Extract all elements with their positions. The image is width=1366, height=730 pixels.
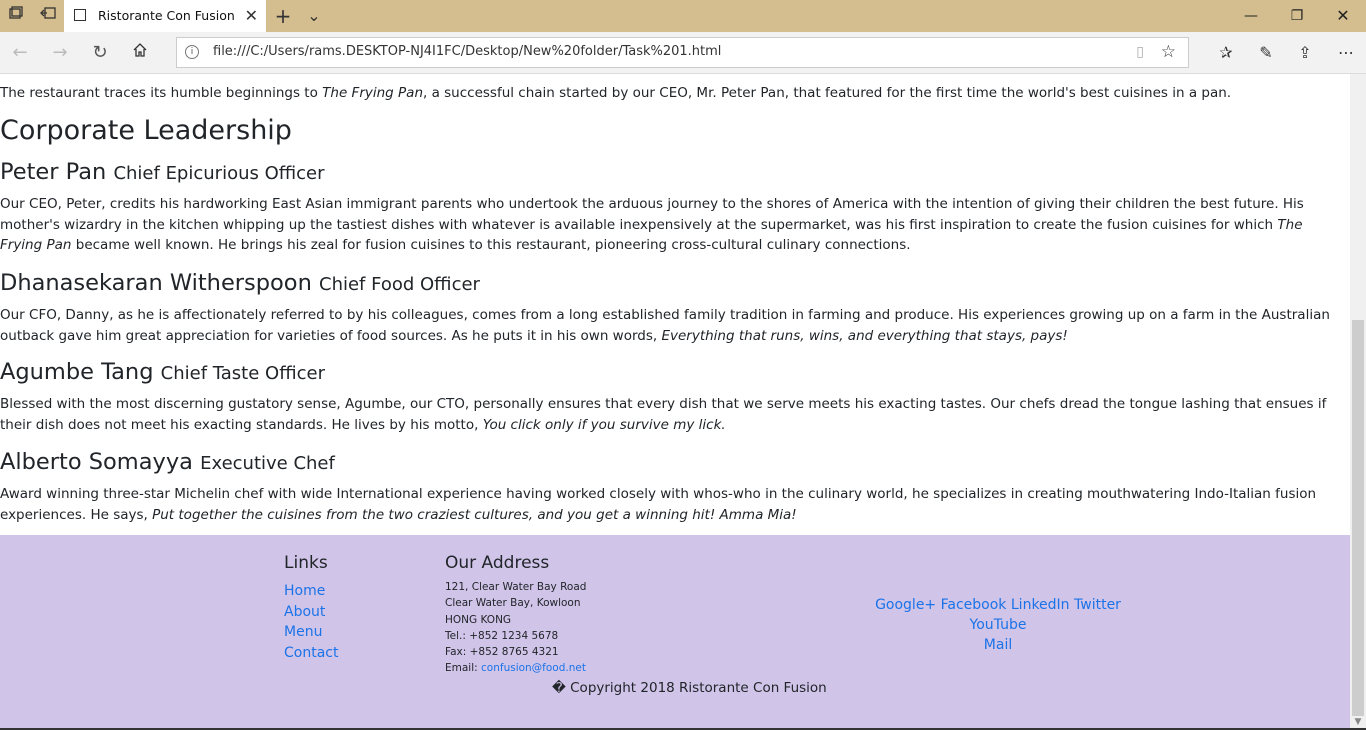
forward-arrow-icon[interactable]: →: [48, 41, 72, 65]
share-icon[interactable]: ⇪: [1293, 41, 1317, 65]
leader-role: Executive Chef: [200, 453, 335, 474]
leader-role: Chief Taste Officer: [160, 363, 325, 384]
tab-list-chevron-icon[interactable]: ⌄: [304, 6, 324, 26]
address-line: HONG KONG: [445, 613, 512, 626]
address-bar[interactable]: i file:///C:/Users/rams.DESKTOP-NJ4I1FC/…: [176, 37, 1189, 68]
favorite-star-icon[interactable]: ☆: [1161, 42, 1176, 62]
scrollbar-thumb[interactable]: [1352, 320, 1364, 716]
url-text[interactable]: file:///C:/Users/rams.DESKTOP-NJ4I1FC/De…: [213, 44, 721, 59]
favorites-hub-icon[interactable]: ✰: [1214, 41, 1238, 65]
leader-name: Dhanasekaran Witherspoon: [0, 270, 312, 296]
leader-name: Agumbe Tang: [0, 359, 154, 385]
leader-role: Chief Food Officer: [319, 274, 480, 295]
copyright: � Copyright 2018 Ristorante Con Fusion: [552, 680, 827, 696]
footer-link-contact[interactable]: Contact: [284, 643, 338, 664]
back-arrow-icon[interactable]: ←: [8, 41, 32, 65]
footer-link-menu[interactable]: Menu: [284, 622, 338, 643]
fax: Fax: +852 8765 4321: [445, 646, 559, 659]
telephone: Tel.: +852 1234 5678: [445, 629, 559, 642]
twitter-link[interactable]: Twitter: [1074, 597, 1121, 613]
leader-agumbe-tang: Agumbe Tang Chief Taste Officer Blessed …: [0, 358, 1345, 435]
home-icon[interactable]: [128, 41, 152, 65]
close-tab-icon[interactable]: ✕: [245, 6, 258, 25]
youtube-link[interactable]: YouTube: [970, 617, 1027, 633]
leader-bio: Award winning three-star Michelin chef w…: [0, 486, 1317, 523]
facebook-link[interactable]: Facebook: [941, 597, 1007, 613]
site-footer: Links Home About Menu Contact Our Addres…: [0, 535, 1350, 730]
leader-name: Peter Pan: [0, 159, 107, 185]
leader-bio: Our CFO, Danny, as he is affectionately …: [0, 307, 1330, 344]
email-line: Email: confusion@food.net: [445, 662, 586, 675]
minimize-icon[interactable]: —: [1228, 4, 1274, 28]
leader-alberto-somayya: Alberto Somayya Executive Chef Award win…: [0, 448, 1345, 525]
leader-dhanasekaran-witherspoon: Dhanasekaran Witherspoon Chief Food Offi…: [0, 269, 1345, 346]
set-tabs-aside-icon[interactable]: [38, 6, 58, 26]
more-menu-icon[interactable]: ⋯: [1334, 41, 1358, 65]
tab-bar: Ristorante Con Fusion: A ✕ + ⌄ — ❐ ✕: [0, 0, 1366, 32]
address-heading: Our Address: [445, 553, 550, 573]
mail-link[interactable]: Mail: [984, 637, 1012, 653]
links-heading: Links: [284, 553, 328, 573]
leader-bio: Blessed with the most discerning gustato…: [0, 396, 1327, 433]
leader-peter-pan: Peter Pan Chief Epicurious Officer Our C…: [0, 158, 1345, 256]
email-link[interactable]: confusion@food.net: [481, 662, 586, 674]
leader-bio: Our CEO, Peter, credits his hardworking …: [0, 196, 1304, 253]
address-line: 121, Clear Water Bay Road: [445, 581, 587, 593]
new-tab-icon[interactable]: +: [273, 6, 293, 26]
active-tab[interactable]: Ristorante Con Fusion: A ✕: [64, 0, 266, 32]
tab-actions-icon[interactable]: [6, 6, 26, 26]
page-content: The restaurant traces its humble beginni…: [0, 74, 1350, 535]
leader-name: Alberto Somayya: [0, 449, 193, 475]
vertical-scrollbar[interactable]: ▼: [1350, 74, 1366, 730]
leader-role: Chief Epicurious Officer: [113, 163, 325, 184]
restore-icon[interactable]: ❐: [1274, 4, 1320, 28]
page-info-icon[interactable]: i: [185, 45, 199, 59]
refresh-icon[interactable]: ↻: [88, 41, 112, 65]
footer-address: Our Address 121, Clear Water Bay Road Cl…: [445, 553, 586, 677]
google-plus-link[interactable]: Google+: [875, 597, 936, 613]
footer-link-home[interactable]: Home: [284, 581, 338, 602]
navigation-bar: ← → ↻ i file:///C:/Users/rams.DESKTOP-NJ…: [0, 32, 1366, 74]
web-note-pen-icon[interactable]: ✎: [1254, 41, 1278, 65]
footer-links: Links Home About Menu Contact: [284, 553, 338, 663]
page-favicon-icon: [74, 9, 86, 21]
social-links: Google+ Facebook LinkedIn Twitter YouTub…: [860, 595, 1136, 655]
linkedin-link[interactable]: LinkedIn: [1011, 597, 1070, 613]
reading-view-icon[interactable]: ▯: [1136, 44, 1144, 60]
close-window-icon[interactable]: ✕: [1320, 4, 1366, 28]
footer-link-about[interactable]: About: [284, 602, 338, 623]
tab-title: Ristorante Con Fusion: A: [98, 8, 234, 23]
corporate-leadership-heading: Corporate Leadership: [0, 115, 292, 146]
intro-paragraph: The restaurant traces its humble beginni…: [0, 85, 1232, 101]
address-line: Clear Water Bay, Kowloon: [445, 597, 581, 610]
